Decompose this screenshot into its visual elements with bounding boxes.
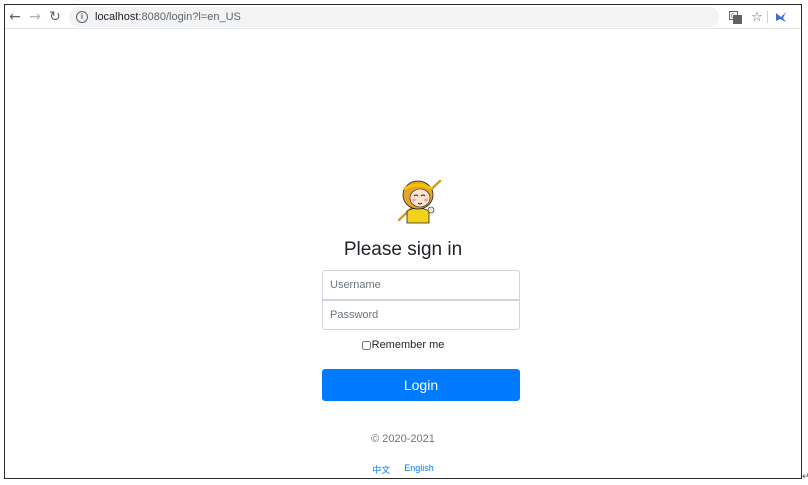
lang-link-chinese[interactable]: 中文 (372, 463, 390, 476)
url-host: localhost (95, 11, 139, 23)
arrow-right-icon: → (29, 9, 41, 25)
login-button[interactable]: Login (322, 369, 520, 401)
page-content: Please sign in Remember me Login © 2020-… (5, 29, 801, 478)
reload-icon: ↻ (49, 9, 61, 25)
remember-me-checkbox[interactable] (361, 340, 371, 350)
lang-link-english[interactable]: English (404, 463, 434, 476)
extension-icon[interactable] (773, 9, 789, 25)
password-input[interactable] (322, 300, 520, 330)
star-icon[interactable]: ☆ (749, 9, 765, 25)
remember-me: Remember me (5, 339, 801, 351)
svg-text:G: G (730, 13, 735, 20)
toolbar-divider (767, 11, 768, 23)
browser-toolbar: ← → ↻ i localhost:8080/login?l=en_US G ☆ (5, 5, 801, 29)
back-button[interactable]: ← (7, 9, 23, 25)
remember-me-label: Remember me (371, 339, 445, 351)
address-bar[interactable]: i localhost:8080/login?l=en_US (69, 7, 719, 27)
arrow-left-icon: ← (9, 9, 21, 25)
reload-button[interactable]: ↻ (47, 9, 63, 25)
screenshot-frame: ← → ↻ i localhost:8080/login?l=en_US G ☆ (4, 4, 802, 479)
forward-button[interactable]: → (27, 9, 43, 25)
return-mark-icon: ↵ (802, 472, 808, 482)
translate-icon[interactable]: G (727, 9, 743, 25)
monkey-king-logo-icon (393, 177, 443, 227)
url-path: :8080/login?l=en_US (138, 11, 241, 23)
copyright-text: © 2020-2021 (371, 433, 435, 445)
info-icon[interactable]: i (76, 11, 88, 23)
page-title: Please sign in (343, 239, 463, 260)
username-input[interactable] (322, 270, 520, 300)
url-text: localhost:8080/login?l=en_US (95, 11, 241, 23)
language-switcher: 中文 English (5, 463, 801, 476)
